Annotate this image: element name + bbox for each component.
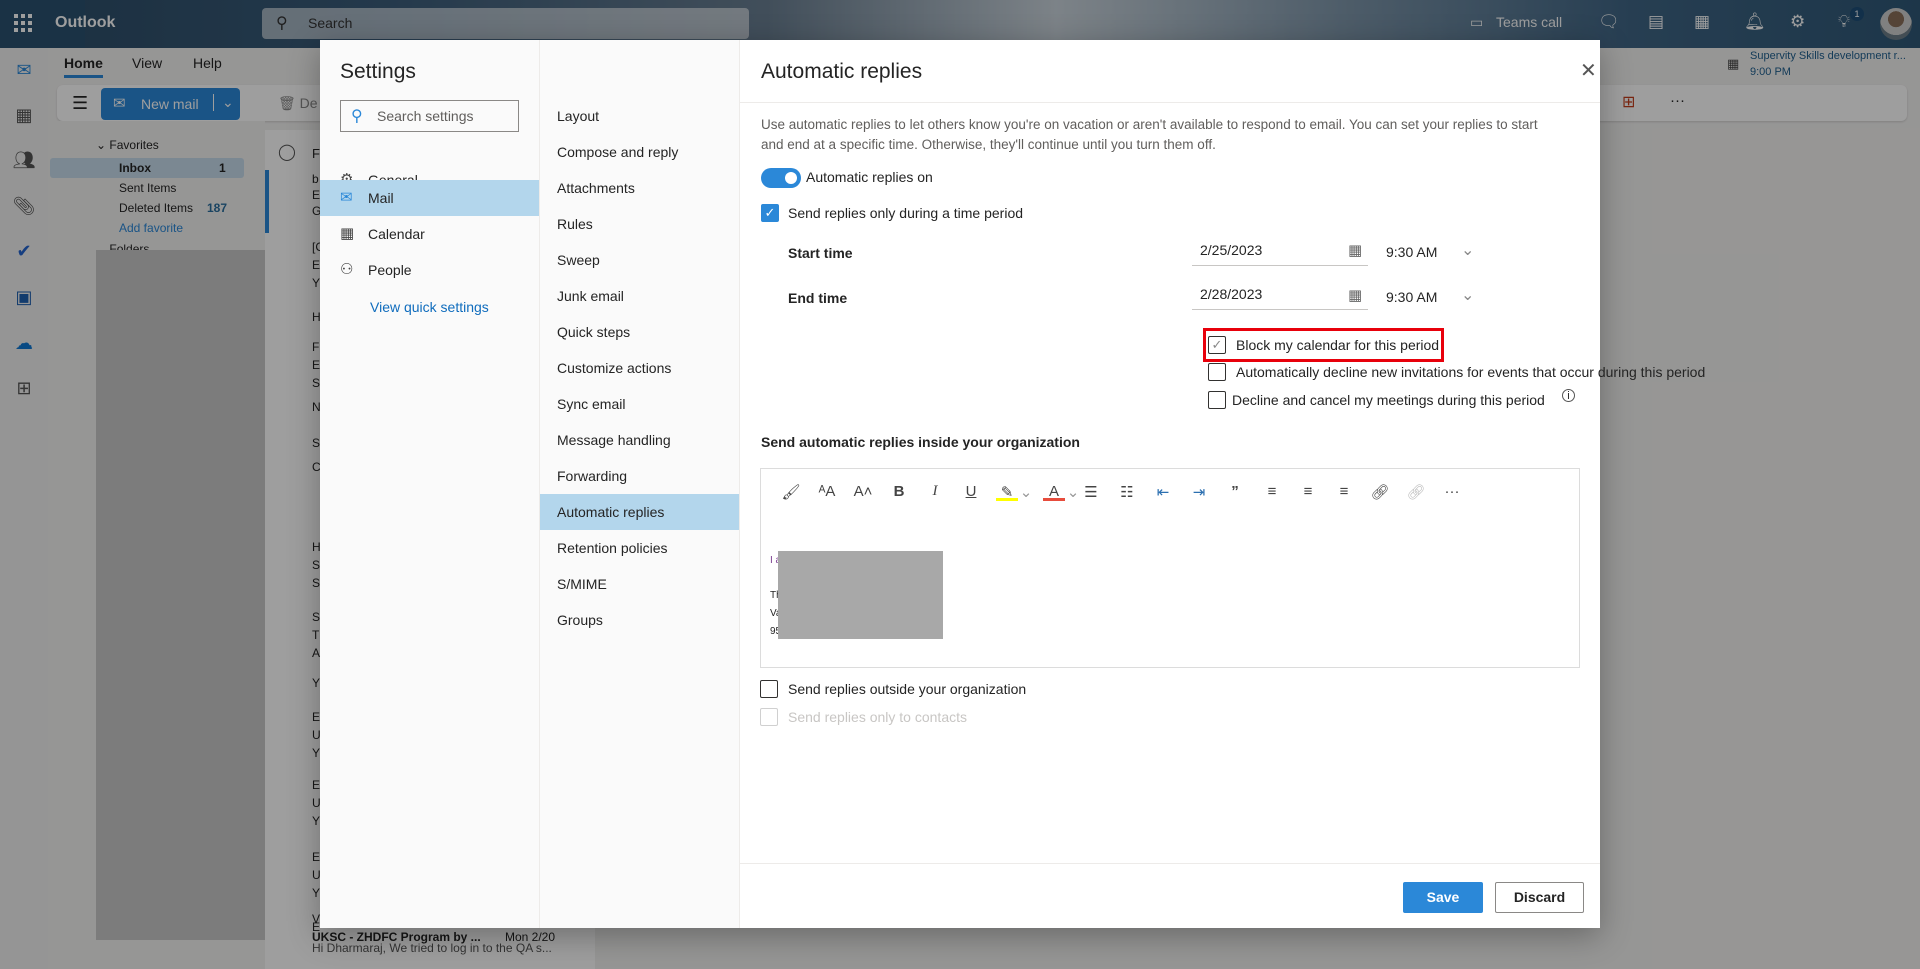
mail-section-groups[interactable]: Groups	[540, 602, 739, 638]
end-date-input[interactable]: 2/28/2023	[1192, 280, 1368, 310]
mail-section-automatic-replies[interactable]: Automatic replies	[540, 494, 739, 530]
start-time-label: Start time	[788, 245, 853, 261]
toggle-label: Automatic replies on	[806, 169, 933, 185]
info-icon[interactable]: i	[1562, 389, 1575, 402]
unlink-icon[interactable]: 🔗︎	[1405, 483, 1427, 501]
mail-section-attachments[interactable]: Attachments	[540, 170, 739, 206]
font-size-icon[interactable]: ᴬA	[816, 483, 838, 500]
start-date-value: 2/25/2023	[1200, 242, 1263, 258]
category-label: Mail	[368, 190, 394, 206]
pane-title: Automatic replies	[761, 60, 923, 83]
outside-org-checkbox[interactable]	[760, 680, 778, 698]
decline-new-checkbox[interactable]	[1208, 363, 1226, 381]
block-calendar-checkbox[interactable]: ✓	[1208, 336, 1226, 354]
category-mail[interactable]: ✉ Mail	[320, 180, 539, 216]
italic-icon[interactable]: I	[924, 483, 946, 500]
decline-cancel-label: Decline and cancel my meetings during th…	[1232, 392, 1545, 408]
mail-section-quick-steps[interactable]: Quick steps	[540, 314, 739, 350]
reply-editor[interactable]: 🖌︎ ᴬA A˄ B I U ✎ ⌄ A ⌄ ☰ ☷ ⇤ ⇥ ” ≡ ≡ ≡ 🔗…	[760, 468, 1580, 668]
footer-divider	[740, 863, 1600, 864]
settings-categories: Settings ⚲Search settings ⚙General ✉Mail…	[320, 40, 540, 928]
end-time-label: End time	[788, 290, 848, 306]
mail-section-layout[interactable]: Layout	[540, 98, 739, 134]
format-painter-icon[interactable]: 🖌︎	[780, 483, 802, 501]
block-calendar-label: Block my calendar for this period	[1236, 337, 1440, 353]
view-quick-settings-link[interactable]: View quick settings	[370, 299, 489, 315]
font-grow-icon[interactable]: A˄	[852, 483, 874, 500]
mail-section-retention-policies[interactable]: Retention policies	[540, 530, 739, 566]
mail-section-forwarding[interactable]: Forwarding	[540, 458, 739, 494]
people-icon: ⚇	[340, 261, 354, 278]
close-icon[interactable]: ✕	[1580, 58, 1597, 83]
description: Use automatic replies to let others know…	[761, 117, 1538, 152]
mail-section-s-mime[interactable]: S/MIME	[540, 566, 739, 602]
link-icon[interactable]: 🔗︎	[1369, 483, 1391, 501]
category-calendar[interactable]: ▦ Calendar	[320, 216, 539, 252]
outside-org-label: Send replies outside your organization	[788, 681, 1027, 697]
search-settings-placeholder: Search settings	[377, 108, 474, 124]
category-label: Calendar	[368, 226, 425, 242]
discard-button[interactable]: Discard	[1495, 882, 1584, 913]
time-period-checkbox[interactable]: ✓	[761, 204, 779, 222]
mail-section-message-handling[interactable]: Message handling	[540, 422, 739, 458]
redacted-region	[778, 551, 943, 639]
search-settings-input[interactable]: ⚲ Search settings	[340, 100, 519, 132]
contacts-only-label: Send replies only to contacts	[788, 709, 967, 725]
align-left-icon[interactable]: ≡	[1261, 483, 1283, 500]
category-label: People	[368, 262, 412, 278]
start-date-input[interactable]: 2/25/2023	[1192, 236, 1368, 266]
align-center-icon[interactable]: ≡	[1297, 483, 1319, 500]
bullets-icon[interactable]: ☰	[1080, 483, 1102, 501]
mail-section-rules[interactable]: Rules	[540, 206, 739, 242]
decline-cancel-checkbox[interactable]	[1208, 391, 1226, 409]
chevron-down-icon[interactable]: ⌄	[1461, 240, 1474, 260]
mail-icon: ✉	[340, 189, 353, 206]
align-right-icon[interactable]: ≡	[1333, 483, 1355, 500]
start-time-select[interactable]: 9:30 AM	[1386, 244, 1437, 260]
mail-sections: Layout Compose and reply Attachments Rules S…	[540, 40, 740, 928]
time-period-label: Send replies only during a time period	[788, 205, 1024, 221]
save-button[interactable]: Save	[1403, 882, 1483, 913]
underline-icon[interactable]: U	[960, 483, 982, 500]
more-options-icon[interactable]: ···	[1441, 483, 1463, 500]
mail-section-sync-email[interactable]: Sync email	[540, 386, 739, 422]
end-date-value: 2/28/2023	[1200, 286, 1263, 302]
chevron-down-icon[interactable]: ⌄	[1461, 285, 1474, 305]
end-time-select[interactable]: 9:30 AM	[1386, 289, 1437, 305]
category-people[interactable]: ⚇ People	[320, 252, 539, 288]
automatic-replies-toggle[interactable]	[761, 168, 801, 188]
mail-section-compose-and-reply[interactable]: Compose and reply	[540, 134, 739, 170]
chevron-down-icon[interactable]: ⌄	[1015, 483, 1037, 501]
inside-org-heading: Send automatic replies inside your organ…	[761, 434, 1080, 450]
divider	[740, 102, 1600, 103]
settings-title: Settings	[340, 60, 416, 83]
decrease-indent-icon[interactable]: ⇤	[1152, 483, 1174, 501]
increase-indent-icon[interactable]: ⇥	[1188, 483, 1210, 501]
calendar-icon[interactable]: ▦	[1348, 241, 1362, 259]
calendar-icon: ▦	[340, 225, 355, 242]
mail-section-customize-actions[interactable]: Customize actions	[540, 350, 739, 386]
decline-new-label: Automatically decline new invitations fo…	[1236, 364, 1706, 380]
calendar-icon[interactable]: ▦	[1348, 286, 1362, 304]
numbering-icon[interactable]: ☷	[1116, 483, 1138, 501]
contacts-only-checkbox	[760, 708, 778, 726]
mail-section-sweep[interactable]: Sweep	[540, 242, 739, 278]
search-icon: ⚲	[351, 108, 363, 125]
bold-icon[interactable]: B	[888, 483, 910, 500]
quote-icon[interactable]: ”	[1224, 483, 1246, 500]
mail-section-junk-email[interactable]: Junk email	[540, 278, 739, 314]
